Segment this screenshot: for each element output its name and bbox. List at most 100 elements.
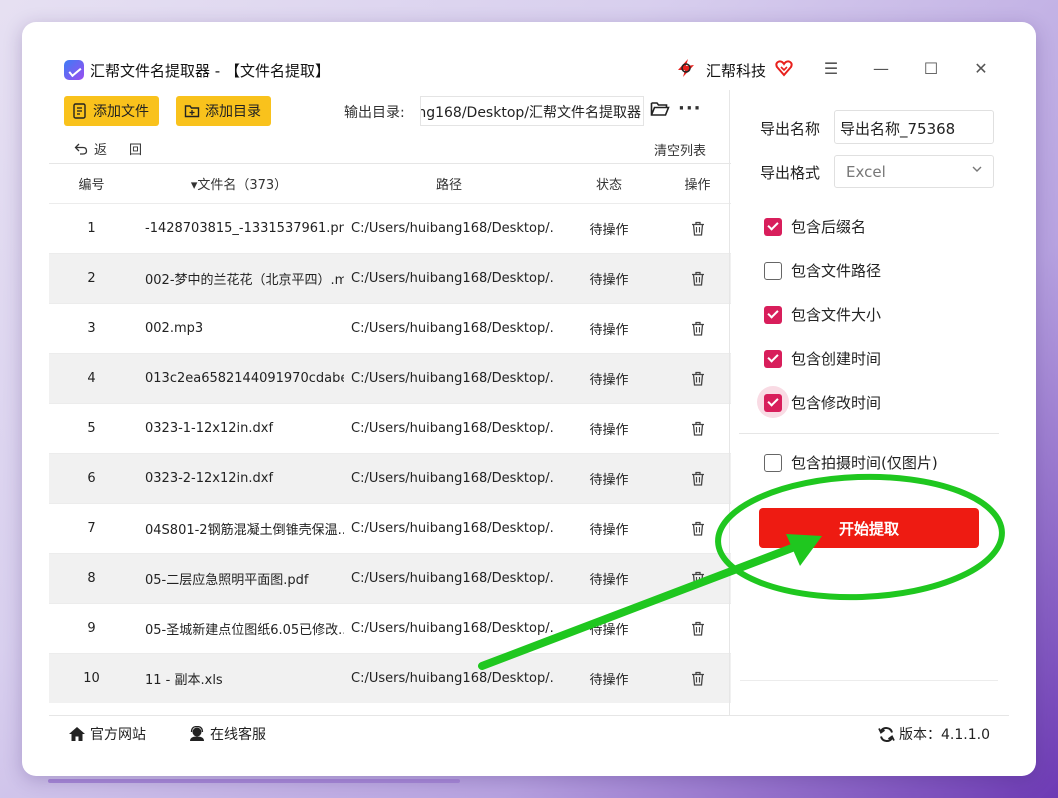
table-row[interactable]: 1 -1428703815_-1331537961.png C:/Users/hui… [49,203,731,253]
row-filename: 0323-1-12x12in.dxf [145,421,274,436]
start-extract-button[interactable]: 开始提取 [759,508,979,548]
export-name-input[interactable]: 导出名称_75368 [834,110,994,144]
header-no: 编号 [78,178,105,193]
row-no: 1 [87,221,96,236]
header-name[interactable]: ▾文件名（373） [134,174,344,193]
row-no: 9 [87,621,96,636]
table-body: 1 -1428703815_-1331537961.png C:/Users/hui… [49,203,731,703]
option-checkbox-4[interactable]: 包含创建时间 [764,348,881,369]
trash-icon[interactable] [691,421,705,436]
row-no: 8 [87,571,96,586]
add-folder-button[interactable]: 添加目录 [176,96,271,126]
row-delete[interactable] [664,671,731,686]
option-checkbox-3[interactable]: 包含文件大小 [764,304,881,325]
trash-icon[interactable] [691,671,705,686]
official-website-label: 官方网站 [90,727,146,743]
table-row[interactable]: 4 013c2ea6582144091970cdabec... C:/Users/h… [49,353,731,403]
trash-icon[interactable] [691,521,705,536]
row-path: C:/Users/huibang168/Desktop/... [351,371,554,386]
row-path: C:/Users/huibang168/Desktop/... [351,521,554,536]
option-label: 包含文件大小 [791,306,882,324]
trash-icon[interactable] [691,571,705,586]
row-delete[interactable] [664,621,731,636]
add-file-icon [73,103,86,119]
row-delete[interactable] [664,571,731,586]
option-checkbox-2[interactable]: 包含文件路径 [764,260,881,281]
export-format-select[interactable]: Excel [834,155,994,188]
row-delete[interactable] [664,471,731,486]
row-no: 10 [83,671,100,686]
row-no: 4 [87,371,96,386]
table-row[interactable]: 5 0323-1-12x12in.dxf C:/Users/huibang168/D… [49,403,731,453]
trash-icon[interactable] [691,371,705,386]
table-row[interactable]: 10 11 - 副本.xls C:/Users/huibang168/Desktop… [49,653,731,703]
back-label-1: 返 [94,143,108,158]
clear-list-button[interactable]: 清空列表 [654,140,706,159]
option-checkbox-5[interactable]: 包含修改时间 [764,392,881,413]
table-row[interactable]: 9 05-圣城新建点位图纸6.05已修改.... C:/Users/huibang1… [49,603,731,653]
row-delete[interactable] [664,221,731,236]
row-delete[interactable] [664,271,731,286]
row-delete[interactable] [664,321,731,336]
checkbox-box[interactable] [764,217,782,236]
trash-icon[interactable] [691,471,705,486]
table-row[interactable]: 3 002.mp3 C:/Users/huibang168/Desktop/... 待… [49,303,731,353]
table-row[interactable]: 6 0323-2-12x12in.dxf C:/Users/huibang168/D… [49,453,731,503]
official-website-link[interactable]: 官方网站 [68,724,146,744]
table-row[interactable]: 8 05-二层应急照明平面图.pdf C:/Users/huibang168/Des… [49,553,731,603]
row-path: C:/Users/huibang168/Desktop/... [351,471,554,486]
settings-bottom-divider [740,680,998,681]
option-checkbox-6[interactable]: 包含拍摄时间(仅图片) [764,452,938,473]
row-status: 待操作 [589,673,629,688]
export-format-label: 导出格式 [760,164,821,182]
menu-icon[interactable]: ☰ [818,56,844,80]
option-label: 包含文件路径 [791,262,882,280]
row-no: 3 [87,321,96,336]
options-divider [739,433,999,434]
back-button[interactable]: 返 回 [74,139,142,158]
open-folder-icon[interactable] [650,100,670,118]
trash-icon[interactable] [691,321,705,336]
trash-icon[interactable] [691,221,705,236]
row-delete[interactable] [664,421,731,436]
row-status: 待操作 [589,623,629,638]
checkbox-box[interactable] [764,393,782,412]
option-label: 包含拍摄时间(仅图片) [791,454,938,472]
checkbox-box[interactable] [764,349,782,368]
output-dir-input[interactable]: C:/Users/huibang168/Desktop/汇帮文件名提取器 [420,96,644,126]
home-icon [69,727,85,741]
row-filename: 05-圣城新建点位图纸6.05已修改.... [145,623,344,638]
maximize-icon[interactable]: ☐ [918,56,944,80]
add-file-button[interactable]: 添加文件 [64,96,159,126]
brand-name: 汇帮科技 [706,62,767,80]
table-row[interactable]: 7 04S801-2钢筋混凝土倒锥壳保温... C:/Users/huibang16… [49,503,731,553]
app-logo-icon [64,60,84,80]
row-path: C:/Users/huibang168/Desktop/... [351,221,554,236]
row-path: C:/Users/huibang168/Desktop/... [351,271,554,286]
close-icon[interactable]: ✕ [968,56,994,80]
row-path: C:/Users/huibang168/Desktop/... [351,321,554,336]
online-support-link[interactable]: 在线客服 [188,724,266,744]
row-delete[interactable] [664,521,731,536]
row-status: 待操作 [589,223,629,238]
checkbox-box[interactable] [764,305,782,324]
trash-icon[interactable] [691,271,705,286]
option-label: 包含创建时间 [791,350,882,368]
heart-icon[interactable] [774,58,794,78]
version-info[interactable]: 版本：4.1.1.0 [878,724,990,744]
header-status: 状态 [595,178,622,193]
table-row[interactable]: 2 002-梦中的兰花花（北京平四）.m... C:/Users/huibang16… [49,253,731,303]
row-path: C:/Users/huibang168/Desktop/... [351,571,554,586]
trash-icon[interactable] [691,621,705,636]
row-delete[interactable] [664,371,731,386]
row-status: 待操作 [589,473,629,488]
row-no: 7 [87,521,96,536]
option-checkbox-1[interactable]: 包含后缀名 [764,216,866,237]
minimize-icon[interactable]: — [868,56,894,80]
checkbox-box[interactable] [764,261,782,280]
more-options-icon[interactable]: ··· [678,98,702,119]
support-agent-icon [190,726,204,741]
row-no: 2 [87,271,96,286]
row-path: C:/Users/huibang168/Desktop/... [351,671,554,686]
checkbox-box[interactable] [764,453,782,472]
